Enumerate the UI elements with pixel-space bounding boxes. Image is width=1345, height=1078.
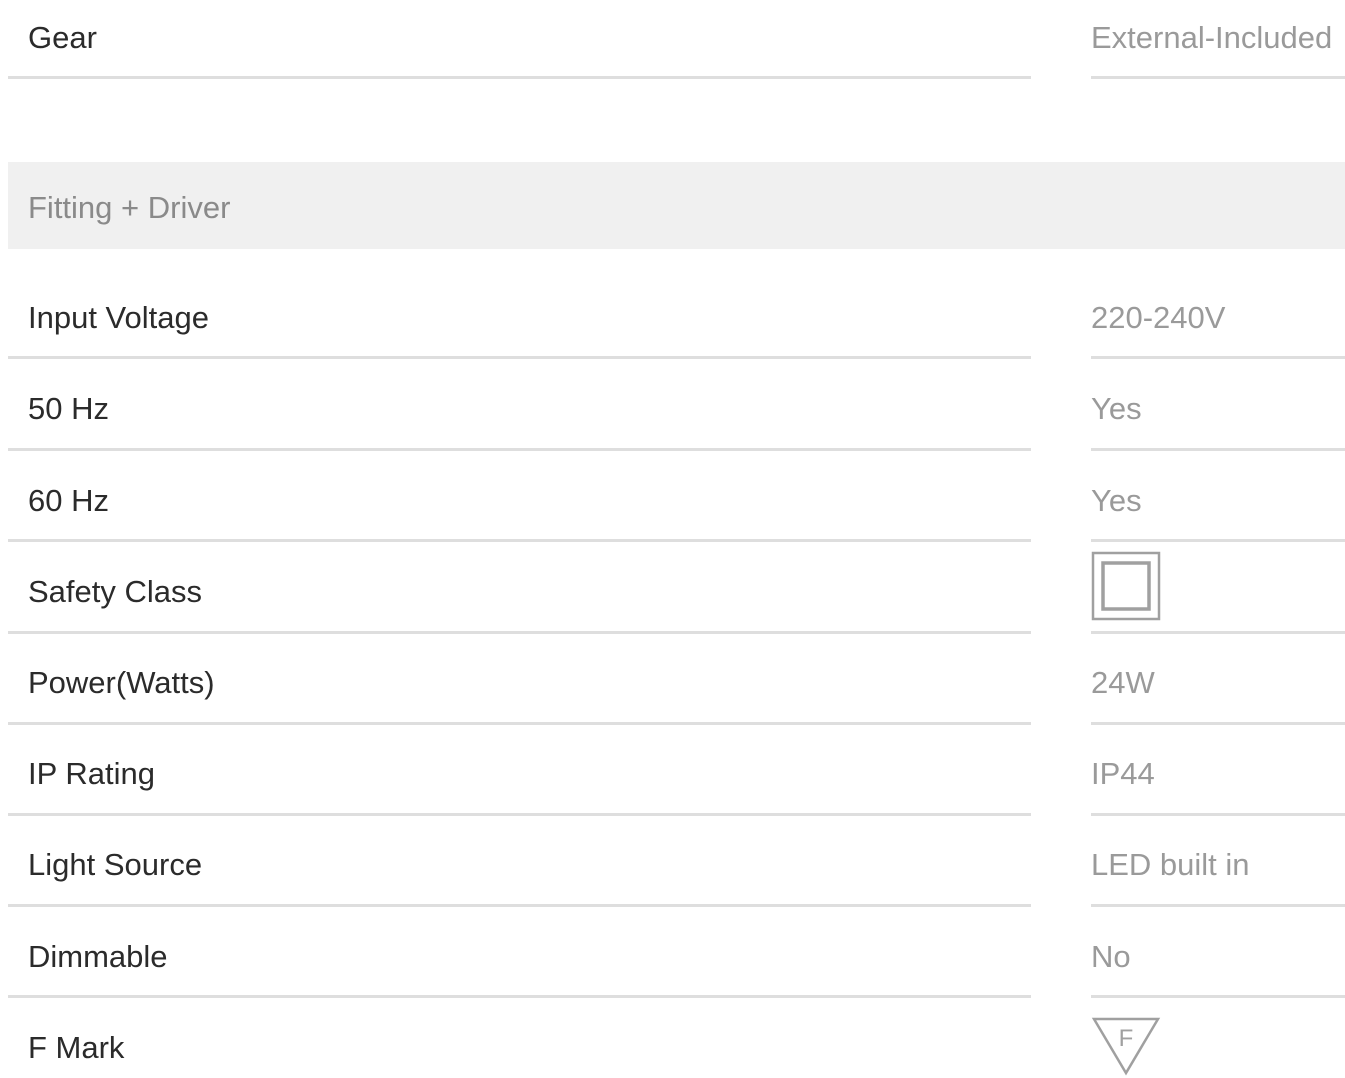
spec-label: 50 Hz (28, 391, 109, 426)
row-divider (1091, 904, 1345, 907)
spec-value: 220-240V (1091, 300, 1226, 335)
spec-value: No (1091, 939, 1131, 974)
spec-value: LED built in (1091, 847, 1250, 882)
row-divider (1091, 539, 1345, 542)
spec-label: Power(Watts) (28, 665, 215, 700)
spec-value: 24W (1091, 665, 1155, 700)
class-ii-double-square-icon (1091, 551, 1161, 621)
row-divider (8, 995, 1031, 998)
row-divider (1091, 813, 1345, 816)
row-divider (8, 356, 1031, 359)
spec-label: 60 Hz (28, 483, 109, 518)
spec-label: F Mark (28, 1030, 125, 1065)
f-mark-triangle-icon: F (1091, 1017, 1161, 1076)
spec-label: Input Voltage (28, 300, 209, 335)
row-divider (8, 76, 1031, 79)
row-divider (8, 722, 1031, 725)
row-divider (1091, 995, 1345, 998)
spec-label: Dimmable (28, 939, 168, 974)
spec-value: IP44 (1091, 756, 1155, 791)
section-header: Fitting + Driver (8, 162, 1345, 249)
section-title: Fitting + Driver (28, 190, 231, 225)
row-divider (8, 539, 1031, 542)
row-divider (1091, 76, 1345, 79)
row-divider (8, 813, 1031, 816)
spec-value: Yes (1091, 391, 1142, 426)
spec-label: IP Rating (28, 756, 155, 791)
spec-label: Gear (28, 20, 97, 55)
spec-value: Yes (1091, 483, 1142, 518)
f-mark-letter: F (1119, 1025, 1134, 1052)
spec-value: External-Included (1091, 20, 1333, 55)
row-divider (8, 631, 1031, 634)
spec-label: Safety Class (28, 574, 203, 609)
row-divider (8, 448, 1031, 451)
row-divider (1091, 448, 1345, 451)
row-divider (1091, 631, 1345, 634)
spec-label: Light Source (28, 847, 203, 882)
row-divider (8, 904, 1031, 907)
row-divider (1091, 722, 1345, 725)
row-divider (1091, 356, 1345, 359)
